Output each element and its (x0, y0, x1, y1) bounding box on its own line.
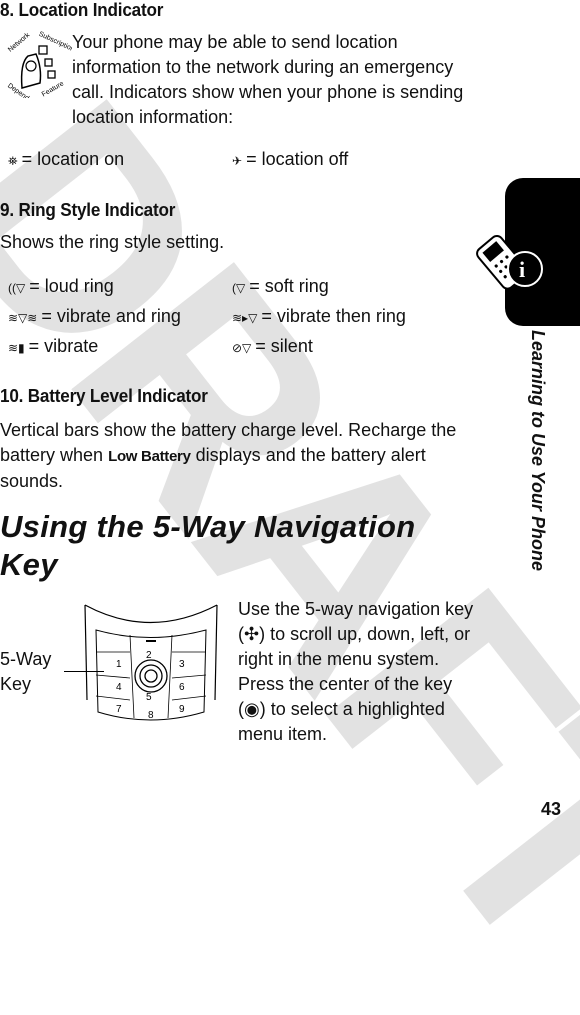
location-on-icon: ⛯ (8, 154, 18, 168)
section-8-body: Your phone may be able to send location … (72, 32, 464, 127)
svg-text:Feature: Feature (41, 80, 65, 98)
nav-body: Use the 5-way navigation key (✣) to scro… (238, 597, 483, 747)
key-5: 5 (146, 692, 152, 703)
svg-text:Network: Network (7, 31, 32, 53)
section-10-heading: 10. Battery Level Indicator (0, 386, 208, 406)
location-off-icon: ✈ (232, 154, 243, 168)
key-8: 8 (148, 710, 154, 721)
item-label: = vibrate and ring (41, 306, 181, 326)
item-label: = loud ring (29, 276, 114, 296)
ring-item: ⊘▽ = silent (232, 336, 313, 357)
phone-info-icon: i (476, 234, 543, 290)
item-label: = vibrate (28, 336, 99, 356)
keypad-illustration: 1 2 3 4 5 6 7 8 9 (84, 604, 218, 721)
vibrate-then-ring-icon: ≋▸▽ (232, 311, 258, 325)
section-9-heading: 9. Ring Style Indicator (0, 200, 176, 220)
low-battery-display-text: Low Battery (108, 448, 191, 465)
item-label: = soft ring (249, 276, 329, 296)
svg-text:i: i (519, 257, 525, 282)
section-10-body: Vertical bars show the battery charge le… (0, 418, 480, 494)
section-9-body: Shows the ring style setting. (0, 232, 225, 252)
item-label: = vibrate then ring (261, 306, 406, 326)
key-2: 2 (146, 650, 152, 661)
nav-key-icon: ✣ (244, 624, 260, 644)
key-6: 6 (179, 682, 185, 693)
ring-item: ≋▽≋ = vibrate and ring (8, 306, 181, 327)
ring-item: (▽ = soft ring (232, 276, 329, 297)
key-4: 4 (116, 682, 122, 693)
section-8-heading: 8. Location Indicator (0, 0, 164, 20)
item-label: = location off (246, 149, 349, 169)
key-3: 3 (179, 659, 185, 670)
vibrate-icon: ≋▮ (8, 341, 25, 355)
ring-item: ≋▮ = vibrate (8, 336, 98, 357)
five-way-key-callout: 5-Way Key (0, 649, 52, 694)
location-off-item: ✈ = location off (232, 149, 348, 170)
vibrate-and-ring-icon: ≋▽≋ (8, 311, 38, 325)
svg-text:Subscription: Subscription (38, 31, 72, 54)
ring-item: ≋▸▽ = vibrate then ring (232, 306, 406, 327)
side-tab-title: Learning to Use Your Phone (528, 330, 548, 572)
callout-line (64, 671, 104, 672)
soft-ring-icon: (▽ (232, 281, 246, 295)
key-1: 1 (116, 659, 122, 670)
ring-item: ((▽ = loud ring (8, 276, 114, 297)
body-text: ) to select a highlighted menu item. (238, 699, 445, 744)
silent-icon: ⊘▽ (232, 341, 252, 355)
location-on-item: ⛯ = location on (8, 149, 124, 170)
item-label: = silent (255, 336, 313, 356)
item-label: = location on (21, 149, 125, 169)
nav-heading: Using the 5-Way Navigation Key (0, 509, 416, 582)
nav-center-icon: ◉ (244, 699, 260, 719)
loud-ring-icon: ((▽ (8, 281, 26, 295)
key-7: 7 (116, 704, 122, 715)
key-9: 9 (179, 704, 185, 715)
network-dependent-feature-icon: Network Subscription Dependent Feature (6, 31, 72, 98)
